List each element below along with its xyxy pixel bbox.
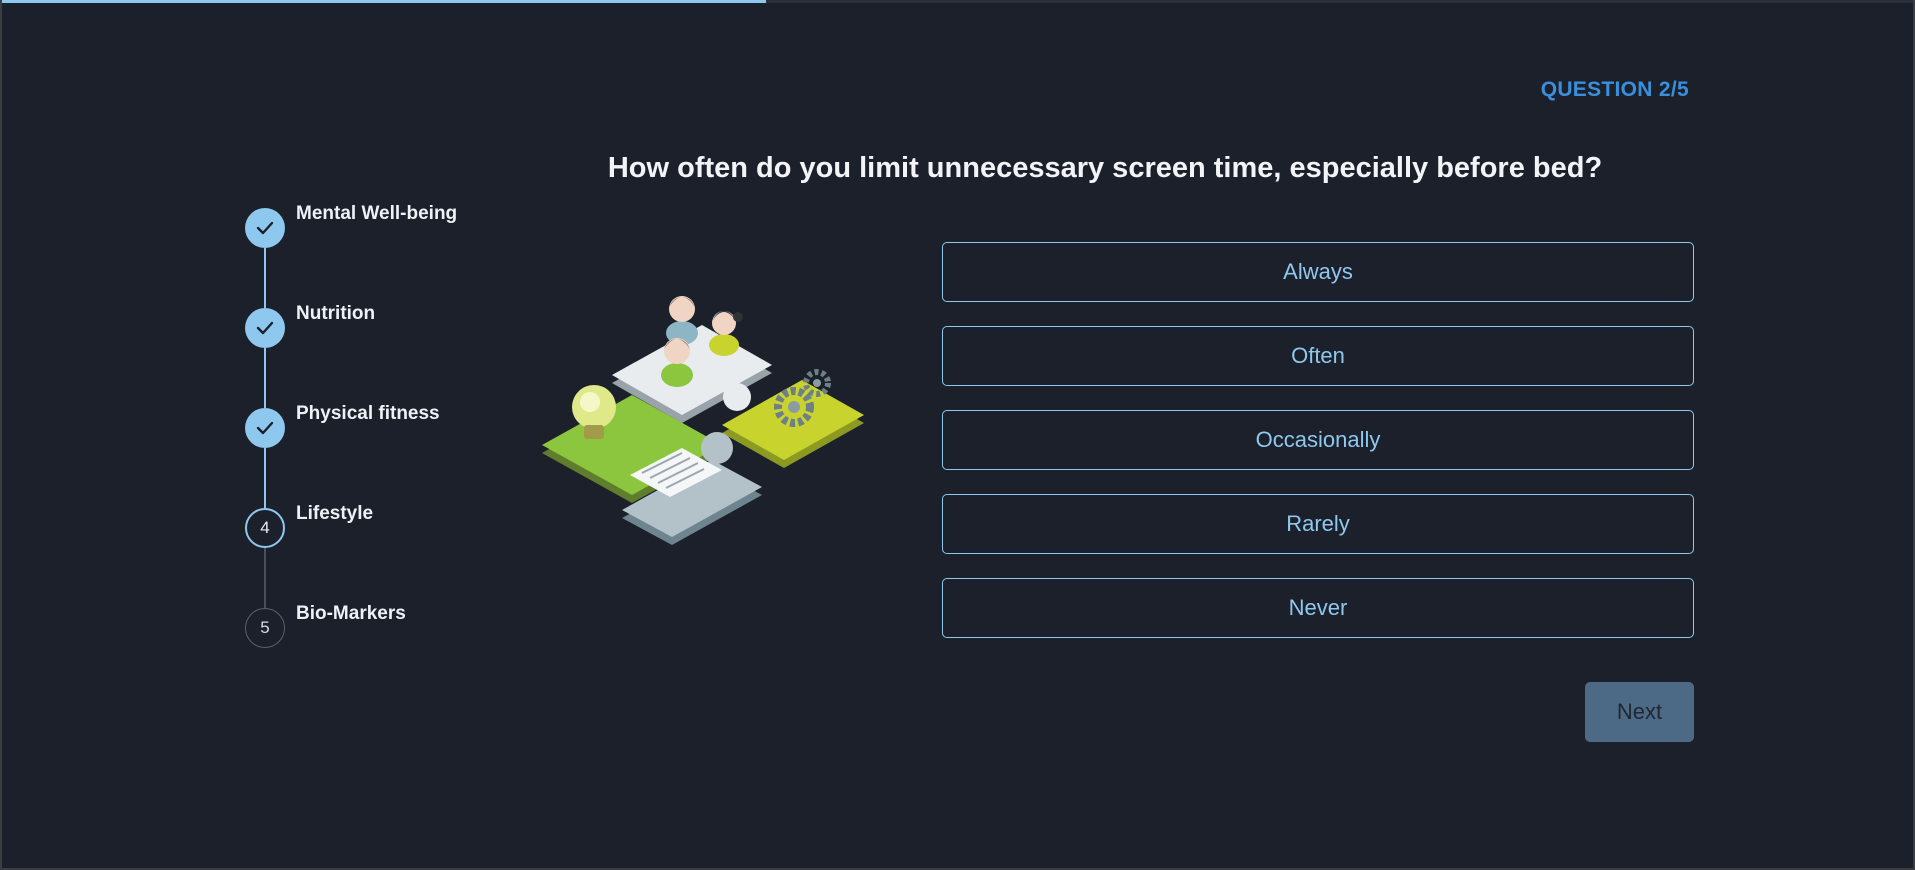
check-icon — [245, 208, 285, 248]
app-window: QUESTION 2/5 How often do you limit unne… — [2, 0, 1913, 868]
question-counter: QUESTION 2/5 — [1540, 78, 1689, 101]
progress-bar-fill — [2, 0, 767, 3]
step-label: Physical fitness — [296, 403, 440, 424]
option-occasionally[interactable]: Occasionally — [942, 410, 1694, 470]
step-lifestyle: 4 Lifestyle — [245, 503, 505, 548]
option-rarely[interactable]: Rarely — [942, 494, 1694, 554]
question-title: How often do you limit unnecessary scree… — [607, 152, 1603, 184]
progress-bar — [2, 0, 1913, 3]
step-label: Lifestyle — [296, 503, 374, 524]
step-number: 5 — [245, 608, 285, 648]
step-bio-markers: 5 Bio-Markers — [245, 603, 505, 648]
step-mental-well-being: Mental Well-being — [245, 203, 505, 248]
step-connector — [264, 248, 266, 308]
step-nutrition: Nutrition — [245, 303, 505, 348]
next-button[interactable]: Next — [1585, 682, 1694, 742]
step-number: 4 — [245, 508, 285, 548]
check-icon — [245, 308, 285, 348]
puzzle-teamwork-illustration — [542, 296, 864, 545]
option-always[interactable]: Always — [942, 242, 1694, 302]
step-label: Bio-Markers — [296, 603, 406, 624]
step-label: Nutrition — [296, 303, 376, 324]
option-often[interactable]: Often — [942, 326, 1694, 386]
step-physical-fitness: Physical fitness — [245, 403, 505, 448]
step-label: Mental Well-being — [296, 203, 458, 224]
check-icon — [245, 408, 285, 448]
step-connector — [264, 548, 266, 608]
step-connector — [264, 448, 266, 508]
option-never[interactable]: Never — [942, 578, 1694, 638]
step-connector — [264, 348, 266, 408]
